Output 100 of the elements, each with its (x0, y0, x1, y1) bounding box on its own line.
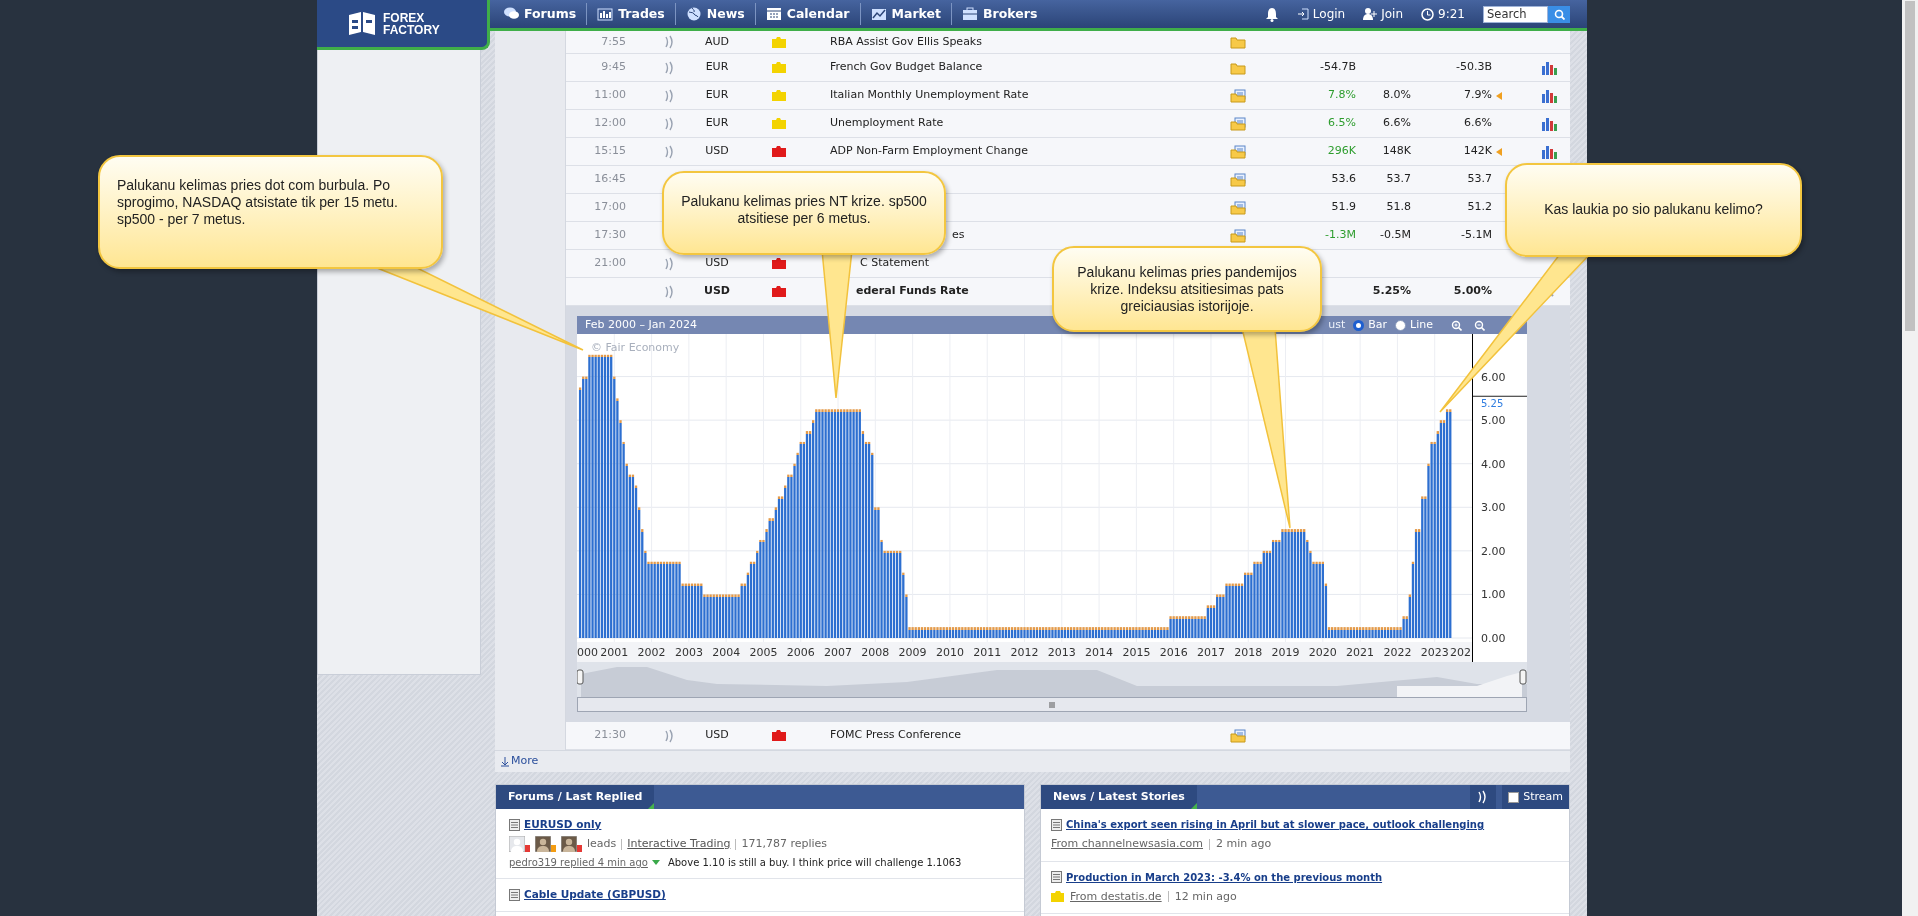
previous-cell-text: 53.7 (1466, 171, 1492, 188)
currency-cell-text: USD (704, 255, 730, 272)
search-field[interactable]: Search (1483, 5, 1548, 23)
time-cell-text: 21:00 (593, 255, 626, 272)
replies-count: 171,787 replies (741, 835, 828, 852)
forecast-cell-text: 6.6% (1382, 115, 1411, 132)
time-ago: 12 min ago (1174, 888, 1237, 905)
logo[interactable]: FOREX FACTORY (317, 0, 490, 50)
stream-checkbox[interactable]: Stream (1502, 785, 1569, 809)
current-value-label: 5.25 (1481, 398, 1504, 410)
x-tick-label: 2011 (973, 646, 1002, 659)
previous-cell-text: 6.6% (1463, 115, 1492, 132)
actual-cell-text: -54.7B (1319, 59, 1356, 76)
nav-link[interactable]: Forums (493, 0, 587, 28)
time-cell-text: 15:15 (593, 143, 626, 160)
event-cell: Italian Monthly Unemployment Rate (830, 87, 1029, 104)
forecast-cell-text: 148K (1381, 143, 1411, 160)
time-text: 9:21 (1438, 6, 1465, 23)
x-tick-label: 2006 (786, 646, 815, 659)
x-tick-label: 2021 (1346, 646, 1375, 659)
x-tick-label: 202 (1450, 646, 1471, 659)
nav-link[interactable]: Brokers (952, 0, 1048, 28)
actual-cell-text: 296K (1326, 143, 1356, 160)
forecast-cell-text: 53.7 (1385, 171, 1411, 188)
forecast-cell-text: 51.8 (1385, 199, 1411, 216)
thread-link[interactable]: EURUSD only (524, 817, 602, 833)
x-tick-label: 2015 (1122, 646, 1151, 659)
previous-cell-text: -50.3B (1455, 59, 1492, 76)
x-tick-label: 2019 (1271, 646, 1300, 659)
time-cell-text: 9:45 (600, 59, 626, 76)
more-link[interactable]: More (501, 753, 539, 770)
time-ago: 2 min ago (1216, 836, 1272, 852)
nav-link[interactable]: Calendar (755, 0, 860, 28)
x-tick-label: 2023 (1420, 646, 1449, 659)
event-cell: C Statement (860, 255, 930, 272)
status-text: leads (587, 835, 617, 852)
previous-cell-text: 7.9% (1463, 87, 1492, 104)
nav-link[interactable]: Market (860, 0, 952, 28)
event-cell: es (952, 227, 965, 244)
panel-title: Forums / Last Replied (508, 788, 643, 805)
x-tick-label: 2013 (1047, 646, 1076, 659)
x-tick-label: 2009 (898, 646, 927, 659)
forecast-cell-text: -0.5M (1379, 227, 1411, 244)
chart-credit: © Fair Economy (591, 341, 680, 354)
x-tick-label: 2022 (1383, 646, 1412, 659)
currency-cell-text: AUD (703, 33, 730, 50)
callout-tooltip: Palukanu kelimas pries dot com burbula. Po sprogimo, NASDAQ atsistate tik per 15 metu. sp500 - per 7 metus. (98, 155, 443, 269)
thread-link[interactable]: Cable Update (GBPUSD) (524, 887, 666, 903)
story-link[interactable]: Production in March 2023: -3.4% on the previous month (1066, 869, 1383, 885)
y-tick-label: 6.00 (1481, 370, 1506, 384)
event-cell: Unemployment Rate (830, 115, 944, 132)
logo-text: FOREX FACTORY (383, 11, 441, 36)
radio-button[interactable]: Line (1395, 316, 1433, 334)
source-link[interactable]: From destatis.de (1070, 888, 1162, 905)
actual-cell-text: 7.8% (1327, 87, 1356, 104)
callout-tooltip: Palukanu kelimas pries pandemijos krize. Indeksu atsitiesimas pats greiciausias istorijoje. (1052, 246, 1322, 332)
currency-cell-text: EUR (704, 115, 730, 132)
actual-cell-text: 51.9 (1330, 199, 1356, 216)
currency-cell-text: EUR (704, 87, 730, 104)
last-reply-link[interactable]: pedro319 replied 4 min ago (509, 855, 648, 871)
event-cell-text: RBA Assist Gov Ellis Speaks (830, 33, 982, 50)
story-link[interactable]: China's export seen rising in April but at slower pace, outlook challenging (1066, 817, 1485, 832)
currency-cell-text: EUR (704, 59, 730, 76)
x-tick-label: 000 (577, 646, 598, 659)
x-tick-label: 2005 (749, 646, 778, 659)
time-cell-text: 17:30 (593, 227, 626, 244)
y-tick-label: 5.00 (1481, 414, 1506, 428)
nav-link[interactable]: Trades (587, 0, 675, 28)
forum-link[interactable]: Interactive Trading (627, 835, 731, 853)
y-tick-label: 0.00 (1481, 632, 1506, 642)
nav-link[interactable]: News (675, 0, 755, 28)
radio-button[interactable]: Bar (1353, 316, 1388, 334)
x-tick-label: 2002 (637, 646, 666, 659)
event-cell: ederal Funds Rate (856, 283, 969, 300)
x-tick-label: 2018 (1234, 646, 1263, 659)
previous-cell-text: -5.1M (1460, 227, 1492, 244)
time-cell-text: 17:00 (593, 199, 626, 216)
actual-cell-text: 53.6 (1330, 171, 1356, 188)
time-cell-text: 11:00 (593, 87, 626, 104)
login-link[interactable]: Login (1296, 5, 1346, 23)
currency-cell-text: USD (704, 143, 730, 160)
source-link[interactable]: From channelnewsasia.com (1051, 836, 1203, 853)
y-tick-label: 2.00 (1481, 544, 1506, 558)
time-cell-text: 12:00 (593, 115, 626, 132)
actual-cell-text: 6.5% (1327, 115, 1356, 132)
x-tick-label: 2003 (674, 646, 703, 659)
time-cell-text: 16:45 (593, 171, 626, 188)
x-tick-label: 2008 (861, 646, 890, 659)
join-link[interactable]: Join (1363, 5, 1404, 23)
event-cell: French Gov Budget Balance (830, 59, 983, 76)
option-label: ust (1328, 316, 1346, 333)
time-cell-text: 21:30 (593, 727, 626, 744)
panel-title: News / Latest Stories (1053, 788, 1185, 805)
reply-preview: Above 1.10 is still a buy. I think price will challenge 1.1063 (667, 856, 962, 871)
x-tick-label: 2004 (712, 646, 741, 659)
chart-title: Feb 2000 – Jan 2024 (585, 316, 697, 333)
previous-cell-text: 142K (1462, 143, 1492, 160)
x-tick-label: 2020 (1308, 646, 1337, 659)
x-tick-label: 2016 (1159, 646, 1188, 659)
y-tick-label: 4.00 (1481, 457, 1506, 471)
